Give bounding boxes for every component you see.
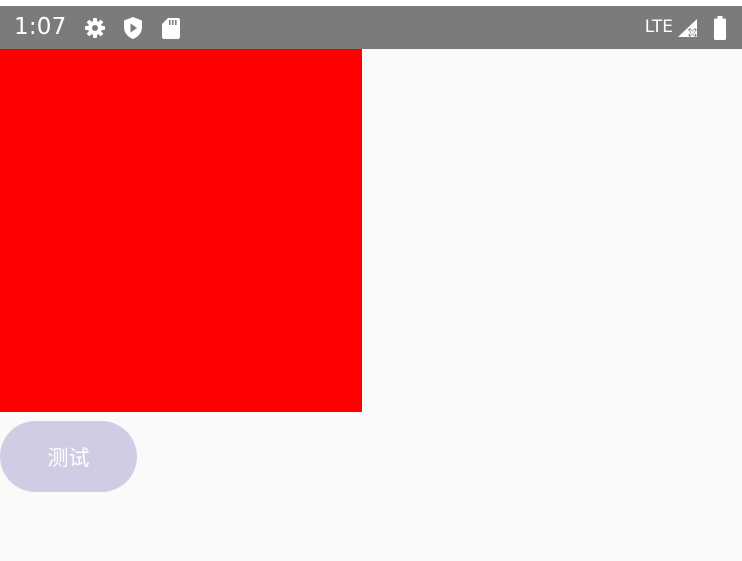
status-bar-right: LTE bbox=[645, 6, 733, 49]
network-type-label: LTE bbox=[644, 17, 673, 37]
battery-full-icon bbox=[707, 15, 733, 41]
status-bar: 1:07 LTE bbox=[0, 6, 742, 49]
test-button[interactable]: 测试 bbox=[0, 421, 137, 492]
status-time: 1:07 bbox=[14, 14, 67, 40]
status-bar-left: 1:07 bbox=[14, 6, 196, 49]
sd-card-icon bbox=[158, 15, 184, 41]
app-screen: 1:07 LTE 测试 bbox=[0, 0, 742, 561]
shield-icon bbox=[120, 15, 146, 41]
settings-gear-icon bbox=[82, 15, 108, 41]
red-square-view bbox=[0, 49, 362, 412]
signal-no-data-icon bbox=[675, 15, 701, 41]
